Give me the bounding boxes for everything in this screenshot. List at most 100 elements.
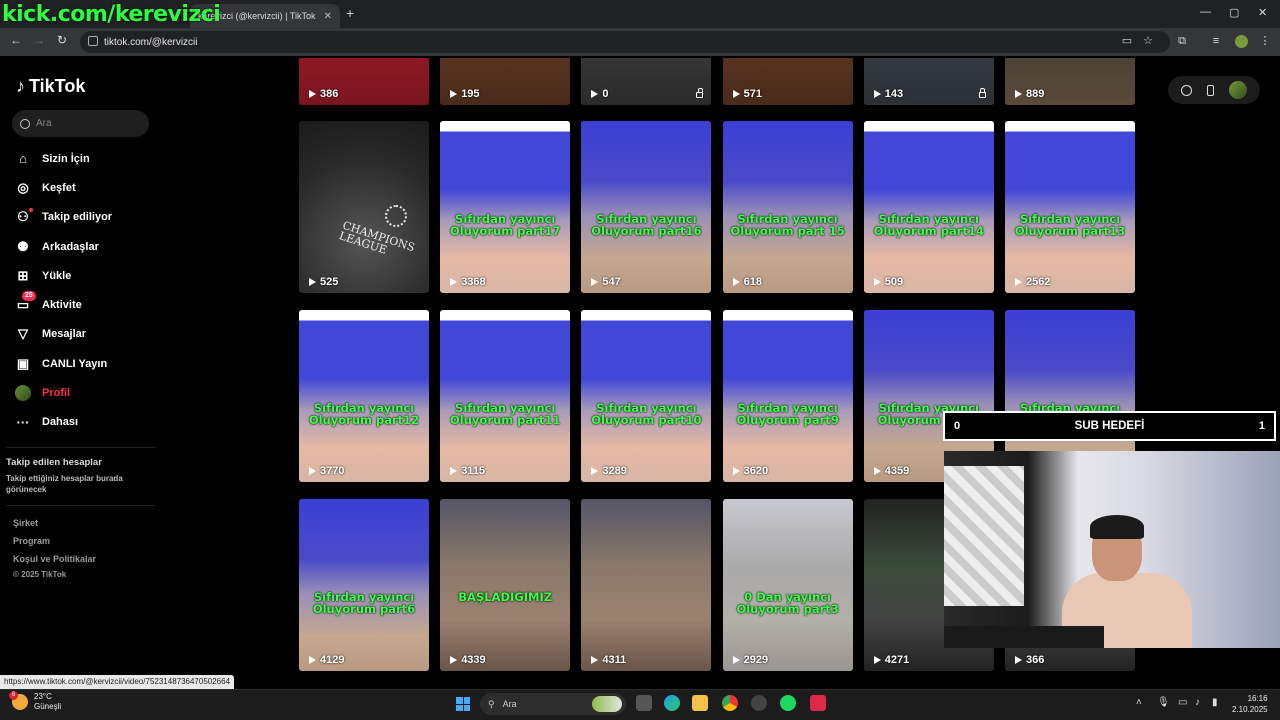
sub-goal-label: SUB HEDEFİ: [1074, 420, 1145, 432]
extensions-icon[interactable]: ⧉: [1176, 35, 1188, 47]
video-thumbnail: [440, 310, 571, 482]
cast-icon[interactable]: ▭: [1121, 35, 1133, 47]
view-count-number: 571: [743, 88, 762, 100]
search-placeholder: Ara: [36, 118, 52, 129]
volume-icon[interactable]: ♪: [1195, 697, 1200, 708]
forward-icon[interactable]: →: [33, 33, 45, 47]
sidebar-item-activity[interactable]: ▭ 25 Aktivite: [14, 290, 159, 319]
video-tile[interactable]: Sıfırdan yayıncı Oluyorum part16 547: [581, 121, 712, 293]
video-tile[interactable]: Sıfırdan yayıncı Oluyorum part17 3368: [440, 121, 571, 293]
video-thumbnail: [863, 121, 994, 293]
sidebar-item-following[interactable]: ⚇ Takip ediliyor: [14, 203, 159, 232]
taskbar-clock[interactable]: 16:16 2.10.2025: [1232, 693, 1268, 715]
task-view-icon[interactable]: [636, 695, 652, 711]
view-count: 3289: [591, 465, 627, 477]
maximize-button[interactable]: ▢: [1229, 6, 1239, 19]
video-tile[interactable]: 0 Dan yayıncı Oluyorum part3 2929: [722, 499, 853, 671]
footer-copyright: © 2025 TikTok: [13, 570, 67, 579]
play-icon: [873, 278, 881, 286]
start-button[interactable]: [456, 697, 470, 711]
footer-link-program[interactable]: Program: [13, 536, 50, 546]
edge-icon[interactable]: [664, 695, 680, 711]
microphone-icon[interactable]: 🎙: [1157, 697, 1170, 708]
search-input[interactable]: Ara: [12, 110, 149, 137]
explore-circle-icon[interactable]: [1181, 84, 1193, 96]
battery-icon[interactable]: ▮: [1212, 697, 1218, 708]
video-tile[interactable]: 386: [299, 58, 429, 105]
sidebar-item-more[interactable]: ··· Dahası: [14, 408, 159, 437]
activity-badge: 25: [22, 291, 36, 302]
back-icon[interactable]: ←: [10, 33, 22, 47]
video-tile[interactable]: 143: [863, 58, 994, 105]
video-tile[interactable]: 889: [1005, 58, 1135, 105]
video-tile[interactable]: CHAMPIONS LEAGUE 525: [299, 121, 429, 293]
video-tile[interactable]: 0: [581, 58, 712, 105]
weather-widget[interactable]: 6 23°C Güneşli: [9, 691, 61, 712]
spotify-icon[interactable]: [780, 695, 796, 711]
video-tile[interactable]: 571: [722, 58, 853, 105]
sidebar-item-upload[interactable]: ⊞ Yükle: [14, 261, 159, 290]
media-control-icon[interactable]: ≡: [1210, 35, 1222, 47]
close-window-button[interactable]: ✕: [1258, 6, 1267, 19]
video-tile[interactable]: Sıfırdan yayıncı Oluyorum part12 3770: [299, 310, 429, 482]
video-tile[interactable]: Sıfırdan yayıncı Oluyorum part11 3115: [440, 310, 571, 482]
minimize-button[interactable]: —: [1200, 6, 1211, 18]
new-tab-button[interactable]: +: [346, 5, 354, 21]
sidebar-item-profile[interactable]: Profil: [14, 378, 159, 407]
sidebar-nav: ⌂ Sizin İçin ◎ Keşfet ⚇ Takip ediliyor ⚉…: [14, 144, 159, 437]
video-tile[interactable]: Sıfırdan yayıncı Oluyorum part 15 618: [722, 121, 853, 293]
play-icon: [309, 656, 316, 664]
browser-menu-icon[interactable]: ⋮: [1259, 35, 1271, 47]
video-tile[interactable]: BAŞLADIGIMIZ 4339: [440, 499, 571, 671]
app-icon[interactable]: [810, 695, 826, 711]
play-icon: [873, 656, 881, 664]
tray-overflow-icon[interactable]: ˄: [1136, 697, 1142, 708]
view-count-number: 4311: [602, 654, 627, 666]
reload-icon[interactable]: ↻: [57, 33, 67, 47]
sidebar-divider: [6, 447, 156, 448]
view-count-number: 366: [1026, 654, 1045, 666]
footer-link-company[interactable]: Şirket: [13, 518, 38, 528]
lock-icon: [978, 88, 986, 98]
file-explorer-icon[interactable]: [692, 695, 708, 711]
view-count: 4359: [873, 465, 909, 477]
play-icon: [591, 656, 599, 664]
more-icon: ···: [16, 414, 30, 430]
sidebar-item-label: Aktivite: [42, 299, 82, 312]
get-app-icon[interactable]: [1206, 84, 1214, 96]
view-count-number: 3289: [602, 465, 627, 477]
sidebar-item-messages[interactable]: ▽ Mesajlar: [14, 320, 159, 349]
tab-close-icon[interactable]: ✕: [324, 11, 332, 22]
video-tile[interactable]: Sıfırdan yayıncı Oluyorum part13 2562: [1005, 121, 1135, 293]
play-icon: [591, 467, 599, 475]
video-thumbnail: [722, 499, 853, 671]
footer-link-terms[interactable]: Koşul ve Politikalar: [13, 554, 96, 564]
view-count: 2562: [1015, 276, 1050, 288]
site-info-icon[interactable]: [88, 36, 98, 46]
user-avatar[interactable]: [1228, 81, 1247, 99]
chrome-icon[interactable]: [722, 695, 738, 711]
video-tile[interactable]: 4311: [581, 499, 712, 671]
video-tile[interactable]: Sıfırdan yayıncı Oluyorum part14 509: [863, 121, 994, 293]
taskbar-search[interactable]: ⚲ Ara: [480, 693, 626, 715]
address-bar[interactable]: tiktok.com/@kervizcii: [80, 31, 1170, 53]
play-icon: [450, 467, 458, 475]
view-count: 3368: [450, 276, 486, 288]
sidebar-item-for-you[interactable]: ⌂ Sizin İçin: [14, 144, 159, 173]
bookmark-star-icon[interactable]: ☆: [1142, 35, 1154, 47]
video-thumbnail: [1005, 121, 1135, 293]
view-count-number: 195: [461, 88, 480, 100]
browser-profile-avatar[interactable]: [1235, 35, 1248, 48]
followed-accounts-heading: Takip edilen hesaplar: [6, 457, 102, 468]
sidebar-item-live[interactable]: ▣ CANLI Yayın: [14, 349, 159, 378]
video-tile[interactable]: Sıfırdan yayıncı Oluyorum part9 3620: [722, 310, 853, 482]
video-tile[interactable]: Sıfırdan yayıncı Oluyorum part6 4129: [299, 499, 429, 671]
sidebar-item-friends[interactable]: ⚉ Arkadaşlar: [14, 232, 159, 261]
tiktok-logo[interactable]: ♪ TikTok: [16, 76, 85, 97]
video-tile[interactable]: Sıfırdan yayıncı Oluyorum part10 3289: [581, 310, 712, 482]
obs-icon[interactable]: [751, 695, 767, 711]
play-icon: [591, 90, 599, 98]
network-icon[interactable]: ▭: [1178, 697, 1187, 708]
video-tile[interactable]: 195: [440, 58, 571, 105]
sidebar-item-explore[interactable]: ◎ Keşfet: [14, 173, 159, 202]
